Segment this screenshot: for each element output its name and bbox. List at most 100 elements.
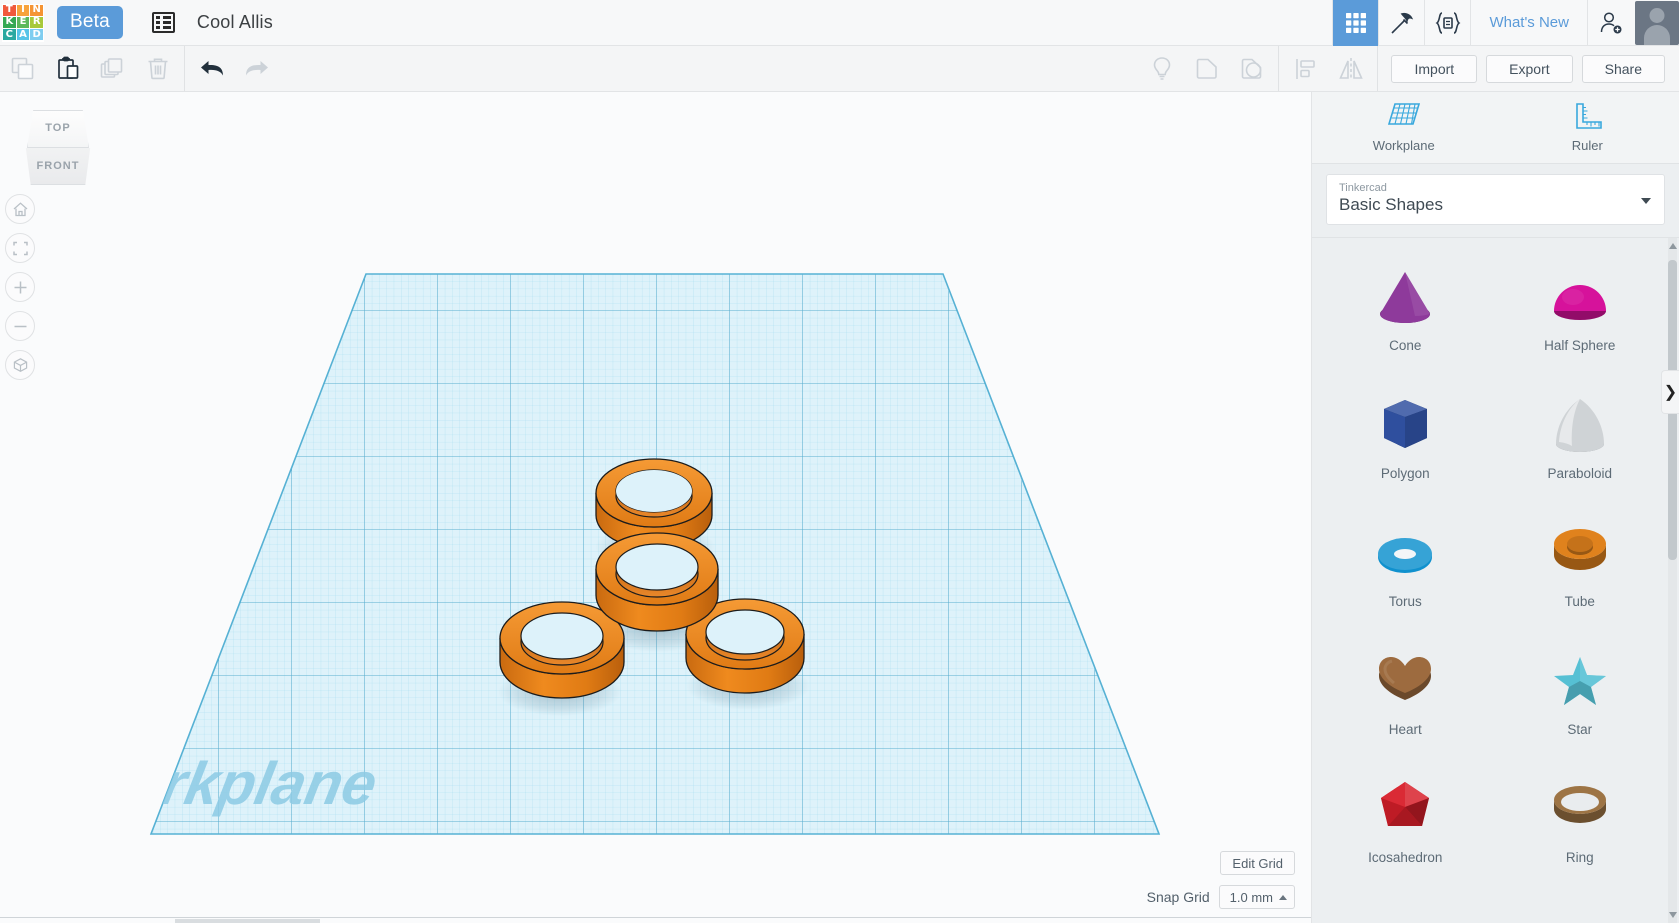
toolbar-divider — [184, 46, 185, 91]
shape-item-label: Cone — [1389, 337, 1422, 353]
zoom-out-button[interactable] — [5, 311, 35, 341]
minecraft-pickaxe-icon[interactable] — [1378, 0, 1424, 46]
workplane-tool[interactable]: Workplane — [1312, 92, 1496, 163]
snap-grid-label: Snap Grid — [1146, 889, 1210, 905]
logo-tile-i: I — [16, 4, 30, 16]
copy-button[interactable] — [0, 46, 45, 91]
scroll-up-arrow-icon[interactable] — [1668, 240, 1677, 252]
tinkercad-logo[interactable]: TIN KER CAD — [2, 3, 44, 42]
library-dropdown[interactable]: Tinkercad Basic Shapes — [1326, 174, 1665, 225]
export-button[interactable]: Export — [1486, 54, 1573, 83]
workplane-icon — [1387, 103, 1420, 125]
chevron-down-icon — [1641, 197, 1651, 204]
page-title: Cool Allis — [196, 12, 273, 32]
redo-button[interactable] — [234, 46, 279, 91]
logo-tile-c: C — [3, 29, 16, 41]
3d-canvas[interactable]: Workplane TOP FRONT Edit Grid Snap Grid … — [0, 92, 1311, 923]
shapes-grid: Cone Half Sphere Polygon Paraboloid Toru… — [1312, 238, 1679, 884]
logo-tile-a: A — [16, 29, 30, 41]
import-button[interactable]: Import — [1391, 54, 1478, 83]
undo-button[interactable] — [189, 46, 234, 91]
ruler-tool[interactable]: Ruler — [1496, 92, 1679, 163]
perspective-toggle-button[interactable] — [5, 350, 35, 380]
shape-item-label: Ring — [1565, 849, 1594, 865]
duplicate-button[interactable] — [90, 46, 135, 91]
grid-apps-icon[interactable] — [1332, 0, 1379, 46]
shape-item-heart[interactable]: Heart — [1318, 628, 1493, 756]
zoom-in-button[interactable] — [5, 272, 35, 302]
shape-item-label: Star — [1567, 721, 1593, 737]
beta-badge[interactable]: Beta — [57, 6, 123, 39]
logo-tile-n: N — [30, 4, 43, 16]
scroll-down-arrow-icon[interactable] — [1668, 909, 1677, 921]
cone-icon — [1372, 264, 1438, 330]
workplane-scene[interactable]: Workplane — [0, 92, 1311, 923]
panel-tools: Workplane Ruler — [1312, 92, 1679, 164]
shapes-scroll-area[interactable]: Cone Half Sphere Polygon Paraboloid Toru… — [1312, 237, 1679, 923]
tube-center — [595, 532, 719, 632]
fit-to-view-button[interactable] — [5, 233, 35, 263]
paraboloid-icon — [1547, 392, 1613, 458]
svg-text:Workplane: Workplane — [64, 750, 383, 817]
shape-item-half-sphere[interactable]: Half Sphere — [1493, 244, 1668, 372]
shape-item-label: Heart — [1388, 721, 1422, 737]
view-cube[interactable]: TOP FRONT — [23, 110, 93, 185]
shape-item-icosahedron[interactable]: Icosahedron — [1318, 756, 1493, 884]
shape-item-label: Tube — [1564, 593, 1595, 609]
align-button[interactable] — [1283, 46, 1328, 91]
toolbar-divider-2 — [1278, 46, 1280, 91]
view-cube-top-face[interactable]: TOP — [27, 110, 89, 148]
shape-item-torus[interactable]: Torus — [1318, 500, 1493, 628]
project-menu-icon[interactable] — [151, 12, 175, 33]
star-icon — [1547, 648, 1613, 714]
paste-button[interactable] — [45, 46, 90, 91]
top-bar-right: What's New — [1332, 0, 1679, 46]
home-view-button[interactable] — [5, 194, 35, 224]
shape-item-label: Torus — [1388, 593, 1422, 609]
logo-tile-d: D — [30, 29, 43, 41]
shape-item-tube[interactable]: Tube — [1493, 500, 1668, 628]
bottom-resize-strip — [0, 917, 1311, 923]
shape-item-label: Polygon — [1380, 465, 1430, 481]
shape-item-label: Paraboloid — [1547, 465, 1613, 481]
halfsphere-icon — [1547, 264, 1613, 330]
share-button[interactable]: Share — [1581, 54, 1665, 83]
logo-tile-t: T — [3, 4, 16, 16]
logo-tile-r: R — [30, 16, 43, 29]
snap-grid-value: 1.0 mm — [1229, 889, 1273, 905]
logo-tile-k: K — [3, 16, 16, 29]
ungroup-button[interactable] — [1229, 46, 1274, 91]
codeblocks-icon[interactable] — [1424, 0, 1470, 46]
bottom-drag-handle[interactable] — [175, 919, 320, 923]
group-button[interactable] — [1184, 46, 1229, 91]
shape-item-paraboloid[interactable]: Paraboloid — [1493, 372, 1668, 500]
shape-item-ring[interactable]: Ring — [1493, 756, 1668, 884]
ruler-tool-label: Ruler — [1571, 138, 1603, 153]
polygon-icon — [1372, 392, 1438, 458]
shape-item-cone[interactable]: Cone — [1318, 244, 1493, 372]
library-name-label: Basic Shapes — [1339, 195, 1443, 214]
whats-new-link[interactable]: What's New — [1470, 0, 1588, 46]
shape-item-star[interactable]: Star — [1493, 628, 1668, 756]
workplane-tool-label: Workplane — [1372, 138, 1435, 153]
logo-tile-e: E — [16, 16, 30, 29]
library-source-label: Tinkercad — [1339, 182, 1387, 194]
hint-lightbulb-icon[interactable] — [1139, 46, 1184, 91]
ring-icon — [1547, 776, 1613, 842]
chevron-up-icon — [1279, 894, 1287, 900]
avatar[interactable] — [1635, 0, 1679, 45]
tube-icon — [1547, 520, 1613, 586]
torus-icon — [1372, 520, 1438, 586]
top-bar: TIN KER CAD Beta Cool Allis What's New — [0, 0, 1679, 46]
edit-toolbar: Import Export Share — [0, 46, 1679, 92]
edit-grid-button[interactable]: Edit Grid — [1220, 851, 1295, 875]
add-person-icon[interactable] — [1588, 0, 1634, 46]
mirror-button[interactable] — [1328, 46, 1373, 91]
collapse-panel-handle[interactable]: ❯ — [1661, 370, 1679, 414]
snap-grid-select[interactable]: 1.0 mm — [1218, 885, 1295, 909]
toolbar-divider-3 — [1377, 46, 1379, 91]
delete-button[interactable] — [135, 46, 180, 91]
view-cube-front-face[interactable]: FRONT — [25, 148, 91, 185]
shape-item-polygon[interactable]: Polygon — [1318, 372, 1493, 500]
tinkercad-app: TIN KER CAD Beta Cool Allis What's New Imp… — [0, 0, 1679, 923]
